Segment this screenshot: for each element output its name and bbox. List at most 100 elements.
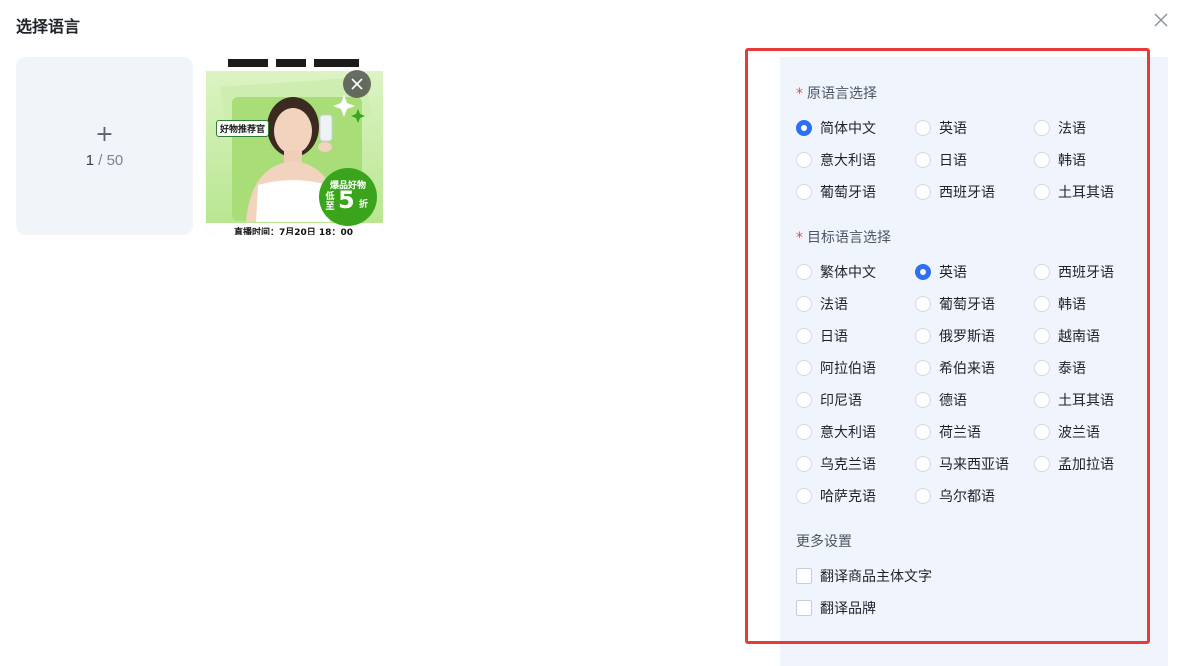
radio-label: 简体中文 bbox=[820, 121, 876, 137]
radio-label: 英语 bbox=[939, 265, 967, 281]
target-language-option[interactable]: 意大利语 bbox=[796, 422, 876, 442]
radio-label: 孟加拉语 bbox=[1058, 457, 1114, 473]
radio-label: 越南语 bbox=[1058, 329, 1100, 345]
checkbox-box bbox=[796, 568, 812, 584]
target-language-option[interactable]: 乌尔都语 bbox=[915, 486, 995, 506]
target-language-option[interactable]: 阿拉伯语 bbox=[796, 358, 876, 378]
target-language-option[interactable]: 越南语 bbox=[1034, 326, 1100, 346]
target-language-option[interactable]: 荷兰语 bbox=[915, 422, 981, 442]
target-language-option[interactable]: 波兰语 bbox=[1034, 422, 1100, 442]
radio-label: 德语 bbox=[939, 393, 967, 409]
radio-circle bbox=[1034, 456, 1050, 472]
target-language-option[interactable]: 法语 bbox=[796, 294, 848, 314]
dialog-title: 选择语言 bbox=[16, 17, 81, 36]
radio-circle bbox=[915, 120, 931, 136]
radio-circle bbox=[1034, 360, 1050, 376]
radio-circle bbox=[1034, 328, 1050, 344]
checkbox-label: 翻译品牌 bbox=[820, 601, 876, 617]
radio-label: 俄罗斯语 bbox=[939, 329, 995, 345]
source-language-option[interactable]: 西班牙语 bbox=[915, 182, 995, 202]
radio-label: 荷兰语 bbox=[939, 425, 981, 441]
radio-circle bbox=[796, 264, 812, 280]
radio-label: 乌尔都语 bbox=[939, 489, 995, 505]
target-language-label: * 目标语言选择 bbox=[796, 230, 891, 246]
upload-image-button[interactable]: + 1 / 50 bbox=[16, 57, 193, 235]
radio-circle bbox=[1034, 152, 1050, 168]
radio-circle bbox=[1034, 264, 1050, 280]
target-language-option[interactable]: 德语 bbox=[915, 390, 967, 410]
target-language-option[interactable]: 韩语 bbox=[1034, 294, 1086, 314]
close-button[interactable] bbox=[1152, 11, 1170, 29]
target-language-option[interactable]: 印尼语 bbox=[796, 390, 862, 410]
target-language-option[interactable]: 泰语 bbox=[1034, 358, 1086, 378]
target-language-option[interactable]: 繁体中文 bbox=[796, 262, 876, 282]
checkbox-box bbox=[796, 600, 812, 616]
radio-label: 西班牙语 bbox=[939, 185, 995, 201]
radio-circle bbox=[796, 488, 812, 504]
radio-circle bbox=[915, 424, 931, 440]
checkbox-label: 翻译商品主体文字 bbox=[820, 569, 932, 585]
target-language-option[interactable]: 日语 bbox=[796, 326, 848, 346]
radio-label: 法语 bbox=[1058, 121, 1086, 137]
target-language-option[interactable]: 乌克兰语 bbox=[796, 454, 876, 474]
target-language-option[interactable]: 希伯来语 bbox=[915, 358, 995, 378]
source-language-label: * 原语言选择 bbox=[796, 86, 877, 102]
radio-circle bbox=[796, 184, 812, 200]
close-icon bbox=[1154, 13, 1168, 27]
radio-label: 乌克兰语 bbox=[820, 457, 876, 473]
radio-label: 葡萄牙语 bbox=[820, 185, 876, 201]
source-language-option[interactable]: 韩语 bbox=[1034, 150, 1086, 170]
thumbnail-footer: 直播时间：7月20日 18：00 bbox=[234, 228, 353, 235]
radio-label: 韩语 bbox=[1058, 297, 1086, 313]
radio-circle bbox=[796, 456, 812, 472]
more-settings-checkbox[interactable]: 翻译商品主体文字 bbox=[796, 566, 932, 586]
target-language-option[interactable]: 西班牙语 bbox=[1034, 262, 1114, 282]
radio-circle bbox=[915, 328, 931, 344]
target-language-option[interactable]: 土耳其语 bbox=[1034, 390, 1114, 410]
source-language-option[interactable]: 英语 bbox=[915, 118, 967, 138]
source-language-option[interactable]: 日语 bbox=[915, 150, 967, 170]
radio-circle bbox=[796, 360, 812, 376]
target-language-option[interactable]: 英语 bbox=[915, 262, 967, 282]
radio-label: 韩语 bbox=[1058, 153, 1086, 169]
radio-circle bbox=[1034, 392, 1050, 408]
radio-circle bbox=[796, 424, 812, 440]
radio-circle bbox=[915, 184, 931, 200]
remove-image-button[interactable] bbox=[343, 70, 371, 98]
target-language-option[interactable]: 葡萄牙语 bbox=[915, 294, 995, 314]
radio-label: 马来西亚语 bbox=[939, 457, 1009, 473]
target-language-option[interactable]: 孟加拉语 bbox=[1034, 454, 1114, 474]
source-language-option[interactable]: 土耳其语 bbox=[1034, 182, 1114, 202]
radio-label: 土耳其语 bbox=[1058, 185, 1114, 201]
radio-label: 法语 bbox=[820, 297, 848, 313]
radio-label: 哈萨克语 bbox=[820, 489, 876, 505]
uploaded-image-thumbnail[interactable]: 好物推荐官 爆品好物 低至 5 折 直播时间：7月20日 18：00 bbox=[206, 57, 383, 235]
plus-icon: + bbox=[95, 121, 114, 147]
radio-label: 希伯来语 bbox=[939, 361, 995, 377]
radio-label: 土耳其语 bbox=[1058, 393, 1114, 409]
radio-circle bbox=[796, 328, 812, 344]
radio-circle bbox=[796, 392, 812, 408]
radio-label: 繁体中文 bbox=[820, 265, 876, 281]
radio-label: 日语 bbox=[820, 329, 848, 345]
more-settings-checkbox[interactable]: 翻译品牌 bbox=[796, 598, 876, 618]
radio-circle bbox=[796, 296, 812, 312]
source-language-option[interactable]: 法语 bbox=[1034, 118, 1086, 138]
source-language-option[interactable]: 葡萄牙语 bbox=[796, 182, 876, 202]
radio-label: 印尼语 bbox=[820, 393, 862, 409]
radio-label: 意大利语 bbox=[820, 425, 876, 441]
target-language-option[interactable]: 马来西亚语 bbox=[915, 454, 1009, 474]
target-language-option[interactable]: 俄罗斯语 bbox=[915, 326, 995, 346]
source-language-option[interactable]: 简体中文 bbox=[796, 118, 876, 138]
radio-circle bbox=[915, 456, 931, 472]
radio-circle bbox=[1034, 296, 1050, 312]
upload-count: 1 / 50 bbox=[85, 151, 124, 169]
more-settings-label: 更多设置 bbox=[796, 534, 852, 550]
radio-label: 阿拉伯语 bbox=[820, 361, 876, 377]
radio-circle bbox=[1034, 184, 1050, 200]
target-language-option[interactable]: 哈萨克语 bbox=[796, 486, 876, 506]
radio-label: 英语 bbox=[939, 121, 967, 137]
source-language-option[interactable]: 意大利语 bbox=[796, 150, 876, 170]
radio-circle bbox=[915, 360, 931, 376]
radio-label: 西班牙语 bbox=[1058, 265, 1114, 281]
